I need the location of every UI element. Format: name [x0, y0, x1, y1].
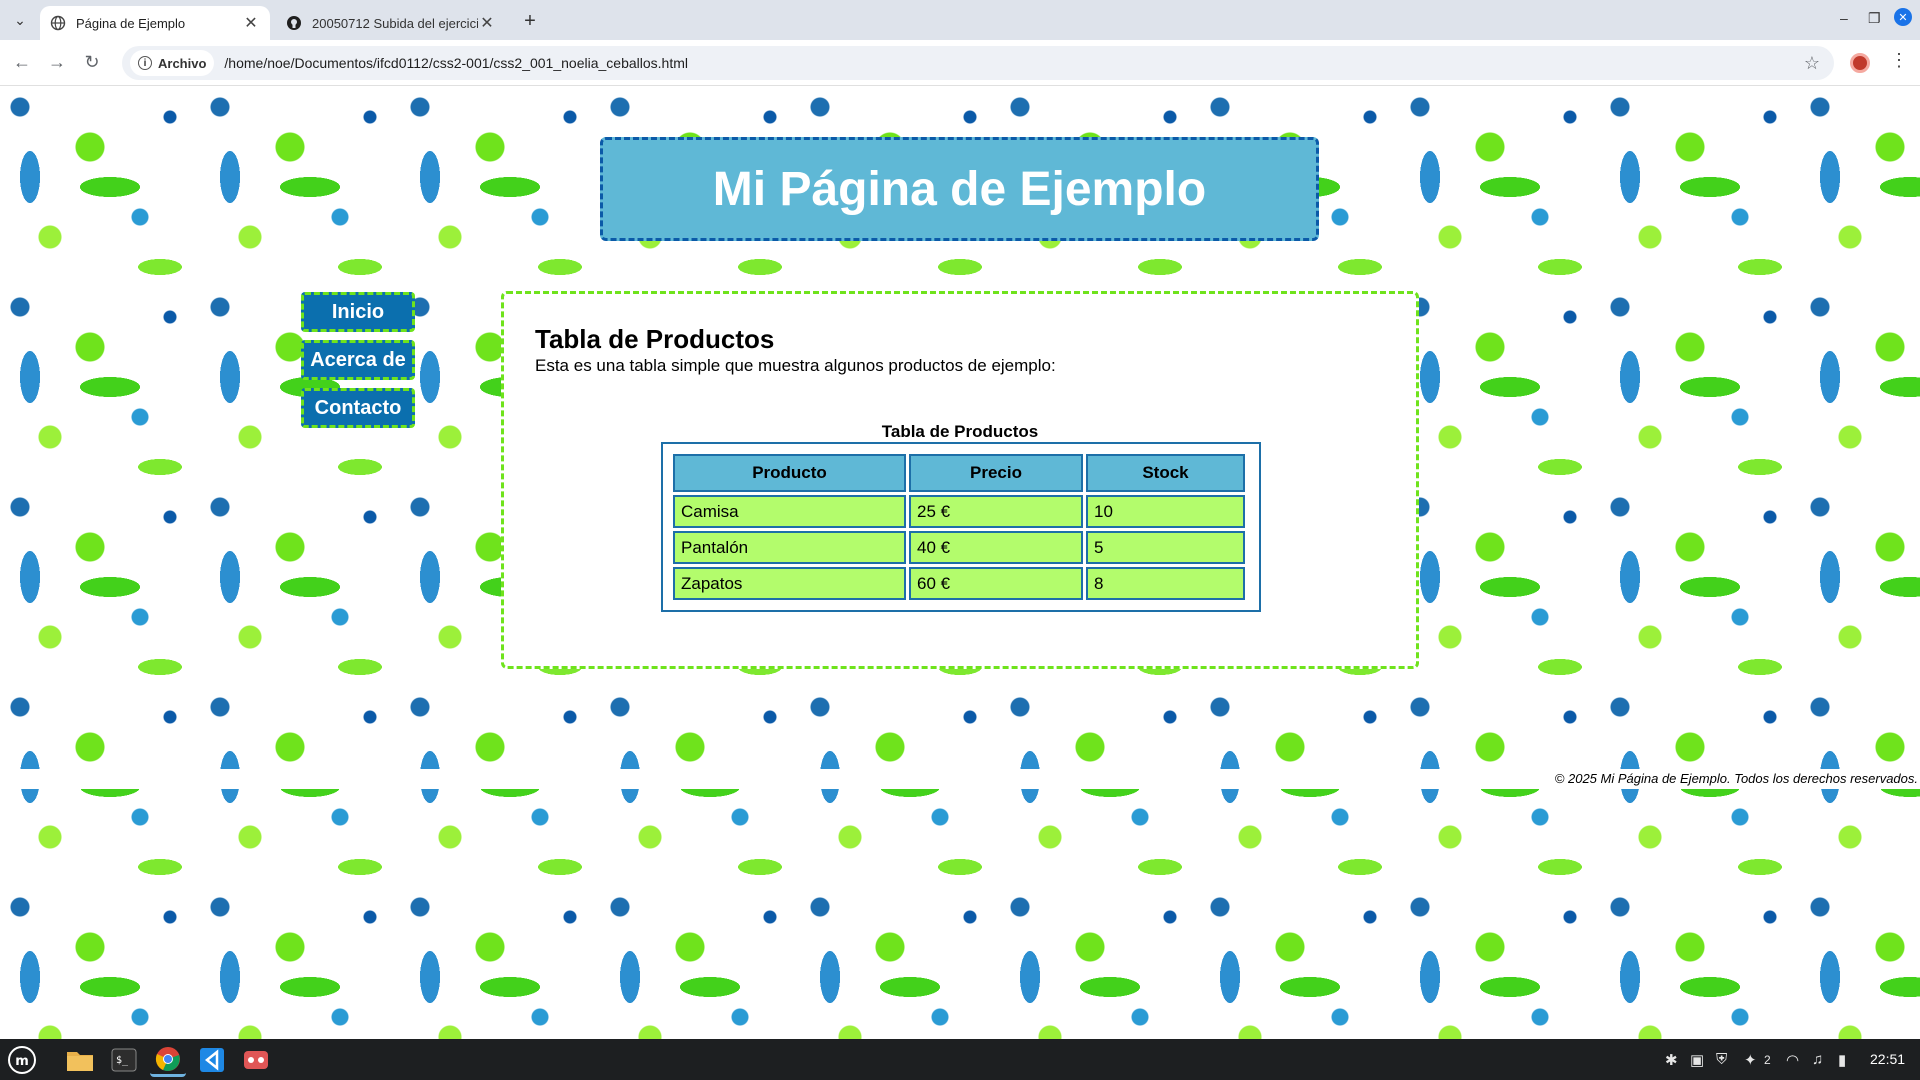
tab-title: Página de Ejemplo	[76, 15, 186, 31]
table-cell: 8	[1086, 567, 1245, 600]
content-description: Esta es una tabla simple que muestra alg…	[535, 356, 1056, 375]
vscode-icon[interactable]	[194, 1043, 230, 1077]
globe-icon	[50, 15, 66, 31]
updates-icon[interactable]: ✦	[1744, 1051, 1757, 1069]
address-bar[interactable]: i Archivo /home/noe/Documentos/ifcd0112/…	[122, 46, 1834, 80]
table-cell: Camisa	[673, 495, 906, 528]
shield-icon[interactable]: ⛨	[1716, 1051, 1727, 1068]
terminal-icon[interactable]: $_	[106, 1043, 142, 1077]
forward-arrow-icon[interactable]: →	[45, 52, 69, 73]
os-taskbar: m $_ ✱ ▣ ⛨ ✦ 2 ◠ ♫ ▮ 22:51	[0, 1039, 1920, 1080]
page-footer: © 2025 Mi Página de Ejemplo. Todos los d…	[0, 769, 1920, 789]
wifi-icon[interactable]: ◠	[1786, 1051, 1799, 1069]
clock: 22:51	[1870, 1051, 1906, 1067]
gaming-app-icon[interactable]	[238, 1043, 274, 1077]
products-table: Producto Precio Stock Camisa 25 € 10 Pan…	[670, 451, 1248, 603]
battery-icon[interactable]: ▮	[1838, 1051, 1846, 1069]
table-row: Zapatos 60 € 8	[673, 567, 1245, 600]
bluetooth-icon[interactable]: ✱	[1665, 1051, 1678, 1069]
column-header-stock: Stock	[1086, 454, 1245, 492]
column-header-precio: Precio	[909, 454, 1083, 492]
site-info-chip[interactable]: i Archivo	[130, 50, 215, 76]
close-icon[interactable]: ✕	[242, 14, 260, 32]
chevron-down-icon: ⌄	[14, 11, 26, 28]
table-cell: 40 €	[909, 531, 1083, 564]
table-cell: 60 €	[909, 567, 1083, 600]
close-window-icon[interactable]: ✕	[1894, 8, 1912, 26]
column-header-producto: Producto	[673, 454, 906, 492]
svg-text:$_: $_	[116, 1055, 129, 1066]
table-cell: Pantalón	[673, 531, 906, 564]
table-cell: 25 €	[909, 495, 1083, 528]
tab-title: 20050712 Subida del ejercicio	[312, 15, 478, 31]
page-title: Mi Página de Ejemplo	[712, 162, 1207, 216]
main-content: Tabla de Productos Esta es una tabla sim…	[501, 291, 1419, 669]
table-row: Camisa 25 € 10	[673, 495, 1245, 528]
url-text[interactable]: /home/noe/Documentos/ifcd0112/css2-001/c…	[224, 55, 688, 71]
tab-search-button[interactable]: ⌄	[8, 8, 32, 32]
security-chip-label: Archivo	[158, 55, 207, 71]
bookmark-star-icon[interactable]: ☆	[1804, 53, 1820, 74]
plus-icon: +	[524, 10, 536, 32]
github-icon	[286, 15, 302, 31]
svg-text:m: m	[15, 1054, 29, 1069]
workspace-count: 2	[1764, 1053, 1771, 1067]
files-icon[interactable]	[62, 1043, 98, 1077]
kebab-menu-icon[interactable]: ⋮	[1890, 50, 1908, 71]
reload-icon[interactable]: ↻	[80, 52, 104, 73]
new-tab-button[interactable]: +	[520, 10, 540, 33]
products-table-frame: Producto Precio Stock Camisa 25 € 10 Pan…	[661, 442, 1261, 612]
tab-pagina-de-ejemplo[interactable]: Página de Ejemplo ✕	[40, 6, 270, 40]
profile-avatar[interactable]	[1850, 53, 1870, 73]
nav-link-inicio[interactable]: Inicio	[301, 292, 415, 332]
nav-link-acerca-de[interactable]: Acerca de	[301, 340, 415, 380]
table-cell: 10	[1086, 495, 1245, 528]
table-cell: Zapatos	[673, 567, 906, 600]
page-viewport: Mi Página de Ejemplo Inicio Acerca de Co…	[0, 87, 1920, 1039]
chrome-icon[interactable]	[150, 1043, 186, 1077]
table-row: Pantalón 40 € 5	[673, 531, 1245, 564]
mint-menu-icon[interactable]: m	[4, 1043, 40, 1077]
music-icon[interactable]: ♫	[1812, 1051, 1823, 1068]
restore-icon[interactable]: ❐	[1868, 10, 1881, 27]
tab-github[interactable]: 20050712 Subida del ejercicio ✕	[276, 6, 506, 40]
tab-strip: ⌄ Página de Ejemplo ✕ 20050712 Subida de…	[0, 0, 1920, 40]
close-icon[interactable]: ✕	[478, 14, 496, 32]
nav-link-contacto[interactable]: Contacto	[301, 388, 415, 428]
page-header: Mi Página de Ejemplo	[600, 137, 1319, 241]
back-arrow-icon[interactable]: ←	[10, 52, 34, 73]
clipboard-icon[interactable]: ▣	[1690, 1051, 1704, 1069]
table-header-row: Producto Precio Stock	[673, 454, 1245, 492]
minimize-icon[interactable]: –	[1840, 10, 1848, 26]
content-title: Tabla de Productos	[535, 324, 775, 354]
info-icon: i	[138, 56, 152, 70]
table-caption: Tabla de Productos	[881, 422, 1039, 441]
browser-toolbar: ← → ↻ i Archivo /home/noe/Documentos/ifc…	[0, 40, 1920, 86]
table-cell: 5	[1086, 531, 1245, 564]
